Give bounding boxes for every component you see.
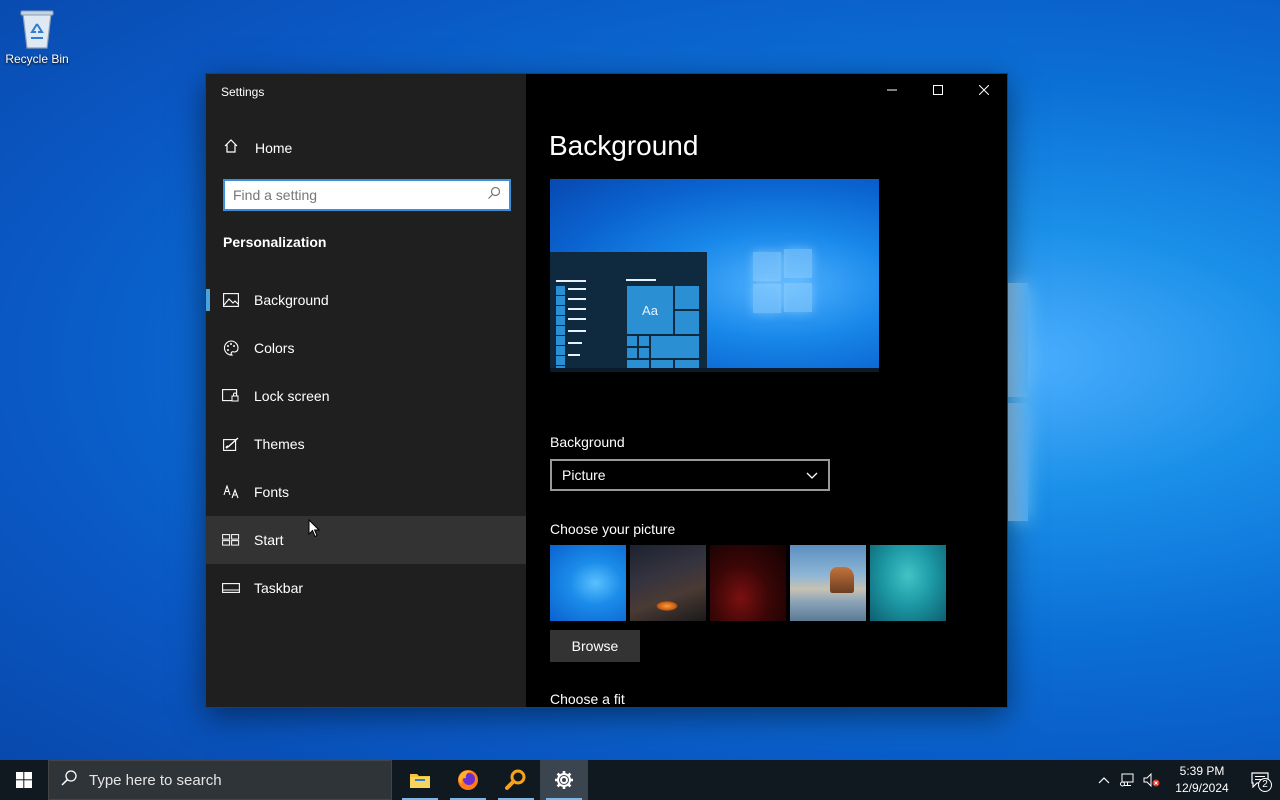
choose-fit-label: Choose a fit: [550, 691, 625, 707]
font-icon: [222, 483, 240, 501]
sidebar-item-fonts[interactable]: Fonts: [206, 468, 526, 516]
show-hidden-icons-button[interactable]: [1092, 760, 1116, 800]
background-dropdown[interactable]: Picture: [550, 459, 830, 491]
choose-picture-label: Choose your picture: [550, 521, 676, 537]
picture-thumbnails: [550, 545, 946, 621]
picture-thumbnail[interactable]: [550, 545, 626, 621]
lock-screen-icon: [222, 387, 240, 405]
picture-thumbnail[interactable]: [870, 545, 946, 621]
picture-icon: [222, 291, 240, 309]
background-preview: Aa: [550, 179, 879, 372]
windows-logo-icon: [753, 249, 813, 313]
sidebar-item-taskbar[interactable]: Taskbar: [206, 564, 526, 612]
sidebar: Settings Home Personalization Background: [206, 74, 526, 707]
gear-icon: [555, 771, 573, 789]
taskbar-icon: [222, 579, 240, 597]
windows-start-icon: [16, 772, 32, 788]
folder-icon: [410, 774, 430, 788]
start-icon: [222, 531, 240, 549]
sidebar-item-label: Fonts: [254, 484, 290, 500]
taskbar-app-file-explorer[interactable]: [396, 760, 444, 800]
firefox-icon: [458, 770, 478, 790]
taskbar: Type here to search 5:39 PM 12/9/2024 2: [0, 760, 1280, 800]
home-label: Home: [255, 140, 293, 156]
clock-time: 5:39 PM: [1179, 764, 1225, 778]
mouse-cursor-icon: [308, 518, 321, 543]
picture-thumbnail[interactable]: [710, 545, 786, 621]
network-icon: [1120, 773, 1134, 787]
start-button[interactable]: [0, 760, 48, 800]
taskbar-app-firefox[interactable]: [444, 760, 492, 800]
home-icon: [223, 138, 239, 159]
sidebar-item-themes[interactable]: Themes: [206, 420, 526, 468]
desktop-icon-recycle-bin[interactable]: Recycle Bin: [2, 6, 72, 66]
sidebar-nav: Background Colors Lock screen Themes Fon…: [206, 276, 526, 612]
action-center-button[interactable]: 2: [1240, 760, 1280, 800]
picture-thumbnail[interactable]: [630, 545, 706, 621]
sidebar-item-start[interactable]: Start: [206, 516, 526, 564]
window-title: Settings: [221, 85, 265, 99]
picture-thumbnail[interactable]: [790, 545, 866, 621]
settings-window: Settings Home Personalization Background: [206, 74, 1007, 707]
preview-taskbar: [550, 368, 879, 372]
sidebar-item-label: Colors: [254, 340, 295, 356]
preview-start-menu: Aa: [550, 252, 707, 372]
system-tray: 5:39 PM 12/9/2024 2: [1092, 760, 1280, 800]
sidebar-item-label: Background: [254, 292, 329, 308]
chevron-up-icon: [1098, 777, 1110, 784]
settings-search: [223, 179, 511, 211]
notification-count: 2: [1258, 778, 1272, 792]
magnifier-icon: [505, 769, 526, 790]
taskbar-apps: [396, 760, 588, 800]
sidebar-item-label: Start: [254, 532, 284, 548]
background-dropdown-value: Picture: [562, 467, 606, 483]
preview-tile-text: Aa: [626, 285, 674, 335]
taskbar-app-settings[interactable]: [540, 760, 588, 800]
maximize-button[interactable]: [915, 74, 961, 106]
page-title: Background: [549, 130, 699, 161]
brush-icon: [222, 435, 240, 453]
settings-search-input[interactable]: [233, 187, 487, 203]
maximize-icon: [933, 85, 943, 95]
taskbar-app-magnifier[interactable]: [492, 760, 540, 800]
close-button[interactable]: [961, 74, 1007, 106]
desktop-icon-label: Recycle Bin: [5, 52, 69, 66]
window-controls: [869, 74, 1007, 106]
main-content: Background Aa Background Picture Choose …: [526, 74, 1007, 707]
sidebar-home[interactable]: Home: [206, 130, 526, 166]
close-icon: [979, 85, 989, 95]
sidebar-item-lock-screen[interactable]: Lock screen: [206, 372, 526, 420]
clock-date: 12/9/2024: [1175, 781, 1229, 795]
taskbar-search-box[interactable]: Type here to search: [48, 760, 392, 800]
desktop-windows-logo: [1008, 283, 1028, 521]
recycle-bin-icon: [17, 6, 57, 50]
palette-icon: [222, 339, 240, 357]
sidebar-item-colors[interactable]: Colors: [206, 324, 526, 372]
taskbar-search-placeholder: Type here to search: [89, 771, 222, 789]
network-status-button[interactable]: [1116, 760, 1140, 800]
minimize-icon: [887, 89, 897, 91]
chevron-down-icon: [806, 467, 818, 483]
minimize-button[interactable]: [869, 74, 915, 106]
background-label: Background: [550, 434, 625, 450]
section-title: Personalization: [223, 234, 327, 250]
search-icon: [61, 769, 77, 791]
system-clock[interactable]: 5:39 PM 12/9/2024: [1172, 763, 1232, 797]
search-icon[interactable]: [487, 186, 501, 205]
browse-button[interactable]: Browse: [550, 630, 640, 662]
volume-button[interactable]: [1140, 760, 1164, 800]
sidebar-item-label: Lock screen: [254, 388, 330, 404]
volume-muted-icon: [1143, 773, 1160, 787]
sidebar-item-background[interactable]: Background: [206, 276, 526, 324]
sidebar-item-label: Themes: [254, 436, 305, 452]
sidebar-item-label: Taskbar: [254, 580, 304, 596]
